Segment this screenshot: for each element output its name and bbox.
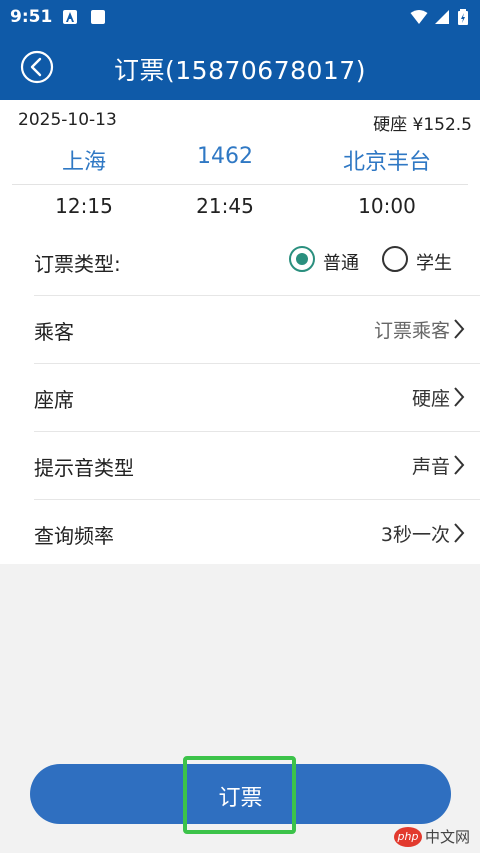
- train-info-card: 2025-10-13 硬座 ¥152.5 上海 1462 北京丰台 12:15 …: [0, 100, 480, 228]
- query-frequency-row[interactable]: 查询频率 3秒一次: [0, 500, 480, 567]
- page-title: 订票(15870678017): [114, 56, 366, 85]
- time-row: 12:15 21:45 10:00: [0, 194, 480, 224]
- notification-square-icon: [91, 10, 105, 24]
- highlight-box: [183, 756, 296, 834]
- passenger-label: 乘客: [34, 320, 74, 344]
- ticket-type-row: 订票类型: 普通 学生: [0, 228, 480, 295]
- radio-ordinary[interactable]: [289, 246, 315, 272]
- chevron-right-icon: [454, 319, 465, 339]
- travel-date: 2025-10-13: [18, 110, 117, 130]
- app-bar: 订票(15870678017): [0, 34, 480, 100]
- accessibility-notification-icon: [63, 10, 77, 24]
- chevron-right-icon: [454, 523, 465, 543]
- booking-form: 订票类型: 普通 学生 乘客 订票乘客 座席 硬座 提示音类型 声音 查询频率 …: [0, 228, 480, 564]
- clock: 9:51: [10, 7, 53, 27]
- battery-icon: [458, 9, 468, 25]
- wifi-icon: [410, 10, 428, 24]
- station-row: 上海 1462 北京丰台: [0, 144, 480, 182]
- watermark: php 中文网: [393, 826, 470, 847]
- radio-student[interactable]: [382, 246, 408, 272]
- departure-time: 12:15: [55, 194, 113, 218]
- seat-price: 硬座 ¥152.5: [373, 115, 472, 135]
- radio-student-label[interactable]: 学生: [416, 249, 452, 275]
- passenger-value: 订票乘客: [373, 320, 450, 342]
- seat-row[interactable]: 座席 硬座: [0, 364, 480, 431]
- divider: [12, 184, 468, 185]
- departure-station: 上海: [61, 150, 107, 175]
- seat-label: 座席: [34, 388, 74, 412]
- alert-sound-value: 声音: [411, 456, 450, 478]
- watermark-text: 中文网: [424, 828, 470, 846]
- arrival-station: 北京丰台: [342, 150, 432, 175]
- chevron-right-icon: [454, 455, 465, 475]
- radio-ordinary-label[interactable]: 普通: [323, 249, 359, 275]
- seat-value: 硬座: [411, 388, 450, 410]
- train-number: 1462: [197, 144, 253, 169]
- status-bar: 9:51: [0, 0, 480, 34]
- chevron-right-icon: [454, 387, 465, 407]
- query-frequency-value: 3秒一次: [380, 524, 450, 546]
- cell-signal-icon: [435, 10, 449, 24]
- alert-sound-label: 提示音类型: [34, 456, 134, 480]
- arrival-time: 21:45: [196, 194, 254, 218]
- alert-sound-row[interactable]: 提示音类型 声音: [0, 432, 480, 499]
- passenger-row[interactable]: 乘客 订票乘客: [0, 296, 480, 363]
- query-frequency-label: 查询频率: [34, 524, 114, 548]
- ticket-type-label: 订票类型:: [34, 252, 121, 276]
- travel-duration: 10:00: [358, 194, 416, 218]
- watermark-badge: php: [393, 826, 422, 847]
